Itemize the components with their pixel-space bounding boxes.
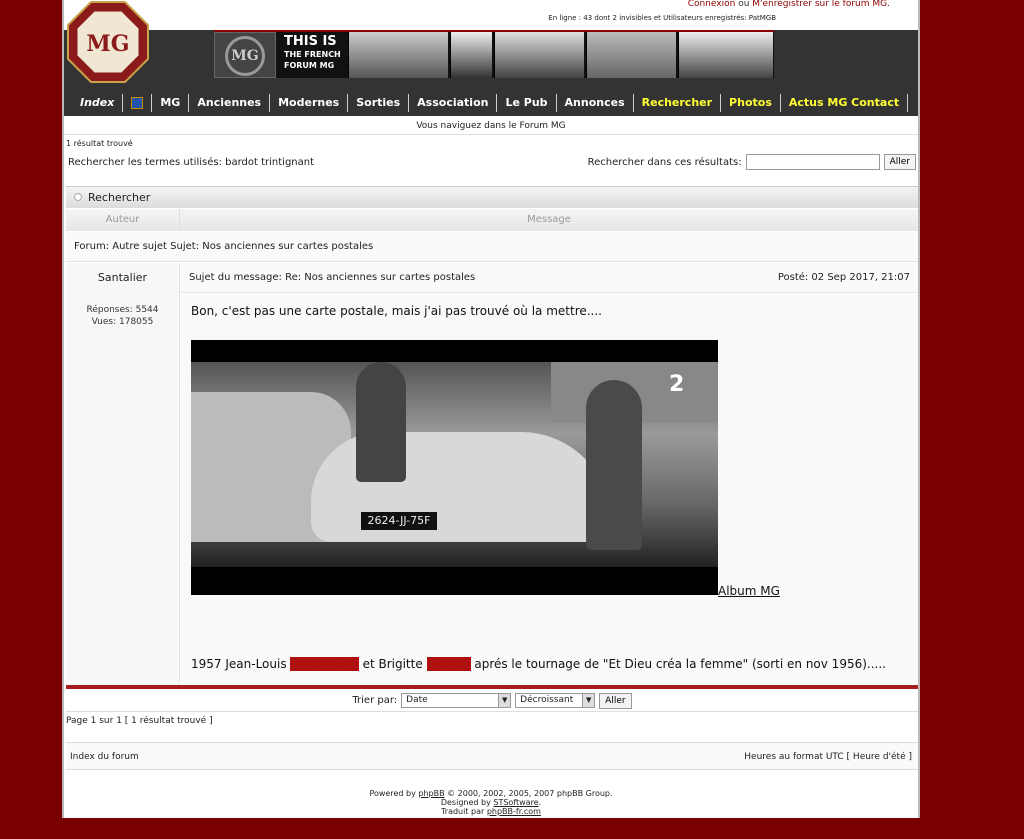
pagination: Page 1 sur 1 [ 1 résultat trouvé ] (66, 716, 213, 726)
post-author-name[interactable]: Santalier (66, 271, 179, 284)
banner: MG THIS IS THE FRENCH FORUM MG (64, 30, 918, 90)
mg-octagon-logo[interactable]: MG (66, 0, 150, 84)
banner-title: THIS IS THE FRENCH FORUM MG (284, 34, 341, 71)
credits-line3: Traduit par phpBB-fr.com (64, 807, 918, 816)
post-subject-row: Sujet du message: Re: Nos anciennes sur … (181, 263, 918, 293)
nav-icon-item[interactable] (123, 94, 153, 112)
post-caption: 1957 Jean-Louis Trintignant et Brigitte … (191, 657, 886, 671)
forum-topic-row[interactable]: Forum: Autre sujet Sujet: Nos anciennes … (66, 232, 918, 262)
nav-modernes[interactable]: Modernes (270, 94, 349, 112)
online-info: En ligne : 43 dont 2 invisibles et Utili… (548, 14, 776, 22)
post-author-panel: Santalier Réponses: 5544 Vues: 178055 (66, 263, 180, 685)
caption-pre: 1957 Jean-Louis (191, 657, 291, 671)
search-within-input[interactable] (745, 154, 880, 170)
search-within-label: Rechercher dans ces résultats: (587, 156, 742, 168)
nav-le-pub[interactable]: Le Pub (497, 94, 557, 112)
stsoftware-link[interactable]: STSoftware (493, 798, 538, 807)
account-links: Connexion ou M'enregistrer sur le forum … (688, 0, 890, 9)
banner-photo-modern-mg (678, 32, 773, 78)
banner-photo-vintage-car (348, 32, 448, 78)
banner-title-line2: THE FRENCH (284, 50, 341, 59)
sort-field-select[interactable]: Date ▼ (401, 693, 512, 708)
nav-annonces[interactable]: Annonces (557, 94, 634, 112)
credits-text: Traduit par (441, 807, 487, 816)
chevron-down-icon: ▼ (582, 694, 595, 707)
sort-label: Trier par: (352, 695, 398, 706)
nav-rechercher[interactable]: Rechercher (634, 94, 722, 112)
nav-index[interactable]: Index (72, 94, 124, 112)
nav-mg[interactable]: MG (152, 94, 190, 112)
post-body: Bon, c'est pas une carte postale, mais j… (181, 294, 918, 684)
section-title: Rechercher (88, 191, 151, 204)
photo-number: 2 (669, 372, 685, 397)
phpbb-fr-link[interactable]: phpBB-fr.com (487, 807, 541, 816)
banner-photo-portrait (450, 32, 492, 78)
banner-title-line3: FORUM MG (284, 61, 335, 70)
sort-order-value: Décroissant (520, 695, 574, 705)
mg-logo-text: MG (86, 31, 129, 57)
sort-field-value: Date (406, 695, 428, 705)
circle-icon (74, 193, 82, 201)
credits-text: Designed by (440, 798, 494, 807)
highlight-term-1: Trintignant (290, 657, 359, 671)
credits-line2: Designed by STSoftware. (64, 798, 918, 807)
login-link[interactable]: Connexion (688, 0, 736, 9)
sort-controls: Trier par: Date ▼ Décroissant ▼ Aller (66, 690, 918, 712)
nav-anciennes[interactable]: Anciennes (189, 94, 271, 112)
footer-nav: Index du forum Heures au format UTC [ He… (66, 742, 918, 770)
search-terms: Rechercher les termes utilisés: bardot t… (68, 157, 315, 168)
search-go-button[interactable]: Aller (883, 154, 916, 170)
phpbb-link[interactable]: phpBB (418, 789, 444, 798)
footer-index-link[interactable]: Index du forum (70, 752, 139, 762)
col-message: Message (527, 214, 571, 225)
photo-scene: 2624-JJ-75F 2 (191, 362, 718, 567)
results-count: 1 résultat trouvé (66, 139, 133, 148)
photo-letterbox (191, 340, 718, 362)
chevron-down-icon: ▼ (498, 694, 511, 707)
nav-actus-contact[interactable]: Actus MG Contact (781, 94, 909, 112)
highlight-term-2: Bardot (426, 657, 471, 671)
author-replies: Réponses: 5544 (86, 305, 159, 315)
main-nav: Index MG Anciennes Modernes Sorties Asso… (64, 90, 918, 116)
post-photo[interactable]: 2624-JJ-75F 2 (191, 340, 718, 595)
caption-mid: et Brigitte (358, 657, 427, 671)
nav-association[interactable]: Association (409, 94, 498, 112)
post-date: Posté: 02 Sep 2017, 21:07 (777, 272, 910, 283)
header-top: Connexion ou M'enregistrer sur le forum … (64, 0, 918, 30)
column-headers: Auteur Message (66, 209, 918, 231)
or-text: ou (738, 0, 750, 9)
banner-photo-roadster (586, 32, 676, 78)
post-text-line: Bon, c'est pas une carte postale, mais j… (191, 304, 602, 318)
nav-sorties[interactable]: Sorties (348, 94, 410, 112)
credits-text: Powered by (369, 789, 419, 798)
divider (66, 685, 918, 689)
breadcrumb: Vous naviguez dans le Forum MG (64, 117, 918, 135)
credits: Powered by phpBB © 2000, 2002, 2005, 200… (64, 789, 918, 816)
nav-photos[interactable]: Photos (721, 94, 781, 112)
photo-person-woman (586, 380, 642, 550)
sort-order-select[interactable]: Décroissant ▼ (515, 693, 596, 708)
credits-line1: Powered by phpBB © 2000, 2002, 2005, 200… (64, 789, 918, 798)
banner-mg-ring: MG (225, 36, 265, 76)
banner-photo-record-car (494, 32, 584, 78)
register-link[interactable]: M'enregistrer sur le forum MG. (752, 0, 890, 9)
banner-mg-emblem: MG (214, 32, 276, 78)
caption-post: aprés le tournage de "Et Dieu créa la fe… (470, 657, 886, 671)
post-subject[interactable]: Sujet du message: Re: Nos anciennes sur … (189, 272, 475, 283)
author-views: Vues: 178055 (91, 317, 154, 327)
banner-title-line1: THIS IS (284, 34, 337, 49)
sort-go-button[interactable]: Aller (599, 692, 632, 709)
search-within-form: Rechercher dans ces résultats: Aller (588, 154, 916, 170)
album-link[interactable]: Album MG (718, 584, 780, 598)
page-container: Connexion ou M'enregistrer sur le forum … (62, 0, 920, 818)
credits-text: © 2000, 2002, 2005, 2007 phpBB Group. (444, 789, 613, 798)
section-header: Rechercher (66, 186, 918, 208)
post-author-stats: Réponses: 5544 Vues: 178055 (66, 304, 179, 328)
photo-license-plate: 2624-JJ-75F (361, 512, 437, 530)
photo-person-man (356, 362, 406, 482)
colorful-square-icon (131, 97, 144, 109)
col-author: Auteur (66, 209, 180, 231)
credits-text: . (538, 798, 542, 807)
timezone-info: Heures au format UTC [ Heure d'été ] (744, 752, 912, 762)
